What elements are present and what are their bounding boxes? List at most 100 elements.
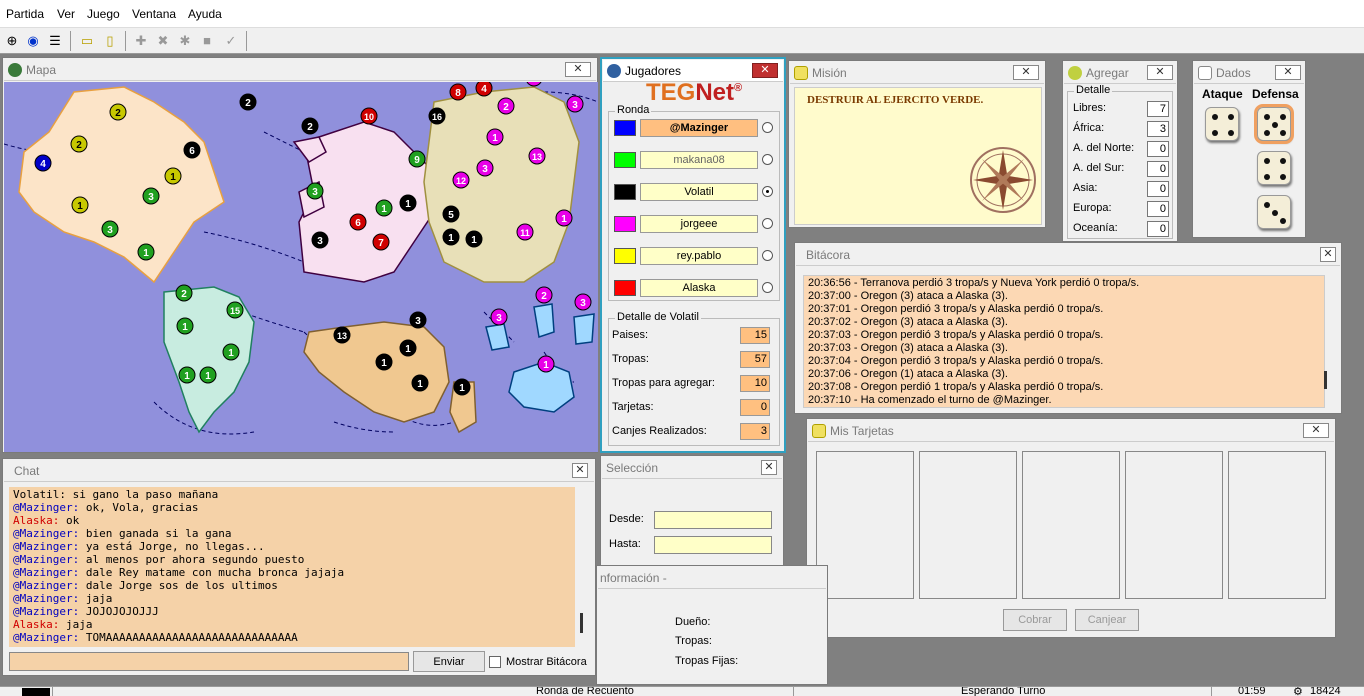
card-get-icon[interactable]: ■ — [197, 31, 217, 51]
army-marker[interactable]: 13 — [333, 326, 351, 344]
end-turn-icon[interactable]: ✓ — [221, 31, 241, 51]
army-marker[interactable]: 12 — [452, 171, 470, 189]
chat-scrollbar[interactable] — [580, 613, 583, 633]
close-icon[interactable]: ✕ — [1013, 65, 1039, 80]
player-radio[interactable] — [762, 218, 773, 229]
to-field[interactable] — [654, 536, 772, 554]
army-marker[interactable]: 1 — [199, 366, 217, 384]
army-marker[interactable]: 7 — [372, 233, 390, 251]
player-radio[interactable] — [762, 154, 773, 165]
army-marker[interactable]: 4 — [34, 154, 52, 172]
player-row[interactable]: Volatil — [614, 183, 778, 203]
army-marker[interactable]: 2 — [497, 97, 515, 115]
army-marker[interactable]: 1 — [375, 353, 393, 371]
menu-partida[interactable]: Partida — [6, 7, 44, 21]
army-marker[interactable]: 3 — [409, 311, 427, 329]
player-radio[interactable] — [762, 122, 773, 133]
attack-icon[interactable]: ✖ — [153, 31, 173, 51]
cobrar-button[interactable]: Cobrar — [1003, 609, 1067, 631]
island-region[interactable] — [573, 313, 595, 345]
army-marker[interactable]: 1 — [537, 355, 555, 373]
army-marker[interactable]: 3 — [306, 182, 324, 200]
army-marker[interactable]: 6 — [183, 141, 201, 159]
card-slot[interactable] — [1125, 451, 1223, 599]
regroup-icon[interactable]: ✱ — [175, 31, 195, 51]
player-row[interactable]: rey.pablo — [614, 247, 778, 267]
player-radio[interactable] — [762, 186, 773, 197]
send-button[interactable]: Enviar — [413, 651, 485, 672]
army-marker[interactable]: 3 — [142, 187, 160, 205]
army-marker[interactable]: 1 — [486, 128, 504, 146]
army-marker[interactable]: 1 — [164, 167, 182, 185]
army-marker[interactable]: 6 — [349, 213, 367, 231]
army-marker[interactable]: 1 — [442, 228, 460, 246]
army-marker[interactable]: 2 — [301, 117, 319, 135]
army-marker[interactable]: 1 — [71, 196, 89, 214]
close-icon[interactable]: ✕ — [752, 63, 778, 78]
close-icon[interactable]: ✕ — [565, 62, 591, 77]
log-scrollbar[interactable] — [1324, 371, 1327, 389]
world-map[interactable]: 2226413131215111110231691167351184253131… — [4, 82, 598, 452]
army-marker[interactable]: 3 — [566, 95, 584, 113]
army-marker[interactable]: 16 — [428, 107, 446, 125]
army-marker[interactable]: 2 — [175, 284, 193, 302]
close-icon[interactable]: ✕ — [1320, 247, 1336, 262]
army-marker[interactable]: 2 — [70, 135, 88, 153]
player-radio[interactable] — [762, 250, 773, 261]
player-row[interactable]: @Mazinger — [614, 119, 778, 139]
army-marker[interactable]: 9 — [408, 150, 426, 168]
add-icon[interactable]: ✚ — [131, 31, 151, 51]
army-marker[interactable]: 3 — [574, 293, 592, 311]
asia-region[interactable] — [423, 86, 580, 283]
close-icon[interactable]: ✕ — [572, 463, 588, 478]
list-icon[interactable]: ☰ — [45, 31, 65, 51]
menu-juego[interactable]: Juego — [87, 7, 120, 21]
player-row[interactable]: Alaska — [614, 279, 778, 299]
army-marker[interactable]: 2 — [239, 93, 257, 111]
player-row[interactable]: makana08 — [614, 151, 778, 171]
army-marker[interactable]: 1 — [222, 343, 240, 361]
army-marker[interactable]: 11 — [516, 223, 534, 241]
army-marker[interactable]: 13 — [528, 147, 546, 165]
army-marker[interactable]: 3 — [490, 308, 508, 326]
close-icon[interactable]: ✕ — [1275, 65, 1301, 80]
close-icon[interactable]: ✕ — [761, 460, 777, 475]
army-marker[interactable]: 1 — [137, 243, 155, 261]
army-marker[interactable]: 1 — [465, 230, 483, 248]
army-marker[interactable]: 4 — [475, 82, 493, 97]
from-field[interactable] — [654, 511, 772, 529]
connect-icon[interactable]: ⊕ — [2, 31, 22, 51]
card-slot[interactable] — [1022, 451, 1120, 599]
army-marker[interactable]: 1 — [411, 374, 429, 392]
army-marker[interactable]: 3 — [311, 231, 329, 249]
menu-ver[interactable]: Ver — [57, 7, 75, 21]
army-marker[interactable]: 1 — [375, 199, 393, 217]
player-row[interactable]: jorgeee — [614, 215, 778, 235]
mission-icon[interactable]: ▭ — [77, 31, 97, 51]
card-icon[interactable]: ▯ — [100, 31, 120, 51]
army-marker[interactable]: 1 — [178, 366, 196, 384]
menu-ayuda[interactable]: Ayuda — [188, 7, 222, 21]
army-marker[interactable]: 1 — [399, 194, 417, 212]
start-icon[interactable]: ◉ — [23, 31, 43, 51]
close-icon[interactable]: ✕ — [1303, 423, 1329, 438]
army-marker[interactable]: 15 — [226, 301, 244, 319]
army-marker[interactable]: 1 — [555, 209, 573, 227]
army-marker[interactable]: 2 — [109, 103, 127, 121]
close-icon[interactable]: ✕ — [1147, 65, 1173, 80]
army-marker[interactable]: 1 — [453, 378, 471, 396]
army-marker[interactable]: 3 — [101, 220, 119, 238]
army-marker[interactable]: 1 — [399, 339, 417, 357]
army-marker[interactable]: 3 — [476, 159, 494, 177]
chat-input[interactable] — [9, 652, 409, 671]
canjear-button[interactable]: Canjear — [1075, 609, 1139, 631]
army-marker[interactable]: 10 — [360, 107, 378, 125]
army-marker[interactable]: 8 — [449, 83, 467, 101]
army-marker[interactable]: 1 — [176, 317, 194, 335]
menu-ventana[interactable]: Ventana — [132, 7, 176, 21]
player-radio[interactable] — [762, 282, 773, 293]
show-log-checkbox[interactable] — [489, 656, 501, 668]
card-slot[interactable] — [919, 451, 1017, 599]
army-marker[interactable]: 5 — [442, 205, 460, 223]
card-slot[interactable] — [816, 451, 914, 599]
